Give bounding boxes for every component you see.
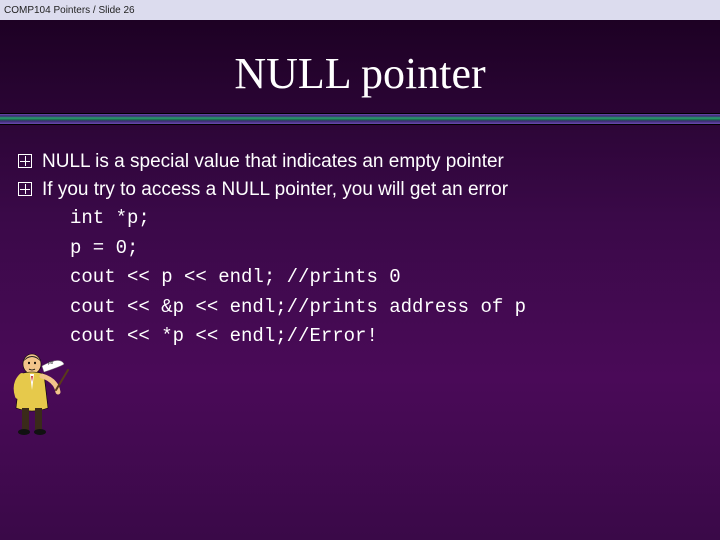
slide-title: NULL pointer <box>234 49 485 98</box>
slide: COMP104 Pointers / Slide 26 NULL pointer… <box>0 0 720 540</box>
code-line: p = 0; <box>70 237 138 259</box>
code-line: cout << &p << endl;//prints address of p <box>70 296 526 318</box>
title-area: NULL pointer <box>0 20 720 113</box>
bullet-text: NULL is a special value that indicates a… <box>42 149 702 175</box>
bullet-box-icon <box>18 182 32 196</box>
svg-text:ptr: ptr <box>48 360 54 366</box>
bullet-box-icon <box>18 154 32 168</box>
header-band: COMP104 Pointers / Slide 26 <box>0 0 720 20</box>
bullet-text: If you try to access a NULL pointer, you… <box>42 177 702 203</box>
code-line: cout << p << endl; //prints 0 <box>70 266 401 288</box>
slide-body: NULL is a special value that indicates a… <box>0 125 720 351</box>
header-text: COMP104 Pointers / Slide 26 <box>4 5 135 16</box>
code-block: int *p; p = 0; cout << p << endl; //prin… <box>70 204 702 351</box>
teacher-clipart-icon: ptr <box>8 350 72 436</box>
code-line: int *p; <box>70 207 150 229</box>
bullet-item: NULL is a special value that indicates a… <box>18 149 702 175</box>
bullet-item: If you try to access a NULL pointer, you… <box>18 177 702 203</box>
code-line: cout << *p << endl;//Error! <box>70 325 378 347</box>
divider-rule <box>0 113 720 125</box>
